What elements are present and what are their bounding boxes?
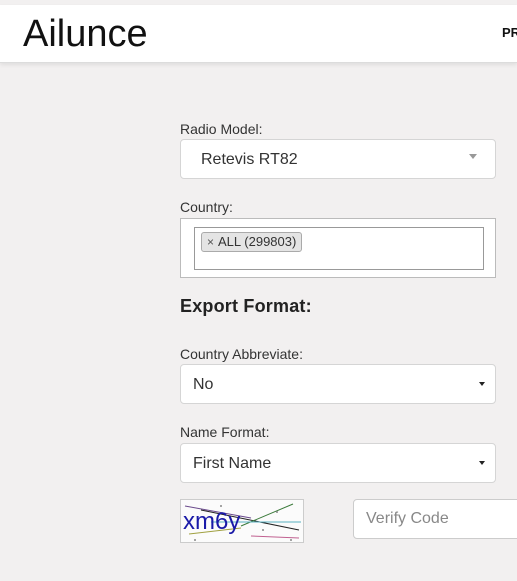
- nav-link-partial[interactable]: PR: [502, 25, 517, 40]
- name-format-label: Name Format:: [180, 424, 270, 440]
- remove-chip-icon[interactable]: ×: [205, 235, 214, 249]
- captcha-text: xm6y: [183, 508, 240, 535]
- country-chip: × ALL (299803): [201, 232, 303, 252]
- top-navbar: Ailunce PR: [0, 5, 517, 63]
- captcha-noise: xm6y: [183, 503, 301, 541]
- radio-model-value: Retevis RT82: [201, 151, 298, 168]
- country-abbreviate-select[interactable]: No: [180, 364, 496, 404]
- chevron-down-icon: [469, 154, 477, 159]
- brand-logo[interactable]: Ailunce: [23, 11, 148, 57]
- country-chip-label: ALL (299803): [218, 234, 297, 249]
- country-abbreviate-label: Country Abbreviate:: [180, 346, 303, 362]
- radio-model-label: Radio Model:: [180, 121, 263, 137]
- caret-down-icon: [479, 382, 485, 386]
- export-format-heading: Export Format:: [180, 296, 312, 316]
- radio-model-select[interactable]: Retevis RT82: [180, 139, 496, 179]
- caret-down-icon: [479, 461, 485, 465]
- country-abbreviate-value: No: [193, 376, 214, 393]
- country-label: Country:: [180, 199, 233, 215]
- name-format-value: First Name: [193, 455, 272, 472]
- country-tag-input[interactable]: × ALL (299803): [194, 227, 484, 270]
- verify-code-input[interactable]: [353, 499, 517, 539]
- country-multiselect[interactable]: × ALL (299803): [180, 218, 496, 278]
- name-format-select[interactable]: First Name: [180, 443, 496, 483]
- captcha-image[interactable]: xm6y: [180, 499, 304, 543]
